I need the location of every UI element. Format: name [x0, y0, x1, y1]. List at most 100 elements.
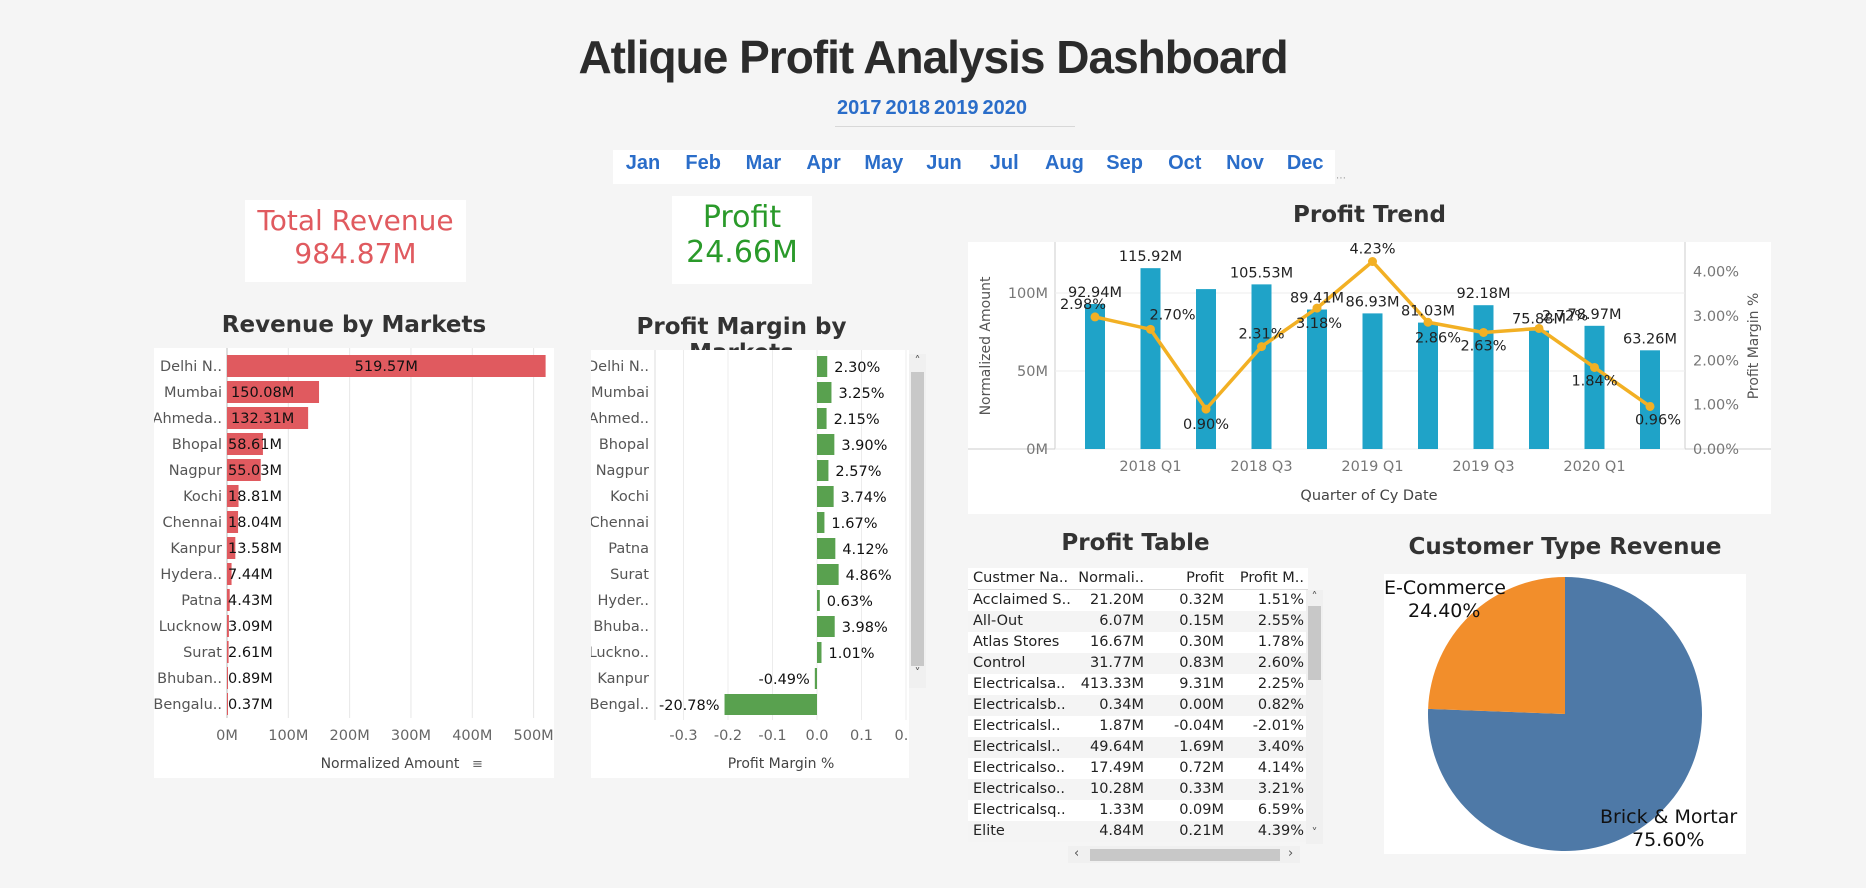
margin-bar[interactable] [817, 616, 835, 637]
margin-bar-label: 4.12% [842, 542, 888, 558]
year-filter[interactable]: 2017 2018 2019 2020 [835, 97, 1075, 141]
month-option-dec[interactable]: Dec [1275, 152, 1335, 175]
scrollbar-thumb[interactable] [911, 372, 924, 666]
month-option-nov[interactable]: Nov [1215, 152, 1275, 175]
table-cell: 31.77M [1089, 655, 1144, 671]
resize-grip-icon[interactable]: ⋯ [1336, 173, 1346, 184]
margin-bar[interactable] [817, 460, 829, 481]
market-label: Luckno.. [591, 645, 649, 661]
trend-bar[interactable] [1085, 304, 1105, 449]
table-row[interactable]: Electricalso.. 10.28M 0.33M 3.21% [968, 779, 1308, 800]
table-row[interactable]: Elite 4.84M 0.21M 4.39% [968, 821, 1308, 842]
margin-bar[interactable] [817, 382, 832, 403]
market-label: Kanpur [170, 541, 222, 557]
table-row[interactable]: Control 31.77M 0.83M 2.60% [968, 653, 1308, 674]
table-header-cell: Normali.. [1078, 570, 1144, 586]
table-row[interactable]: Electricalsq.. 1.33M 0.09M 6.59% [968, 800, 1308, 821]
market-label: Bhopal [172, 437, 222, 453]
month-option-sep[interactable]: Sep [1095, 152, 1155, 175]
table-row[interactable]: Electricalsl.. 1.87M -0.04M -2.01% [968, 716, 1308, 737]
table-cell: 3.21% [1257, 781, 1304, 797]
margin-value-label: 2.86% [1415, 330, 1461, 346]
margin-value-label: 2.98% [1060, 297, 1106, 313]
trend-bar[interactable] [1529, 330, 1549, 449]
month-option-jul[interactable]: Jul [974, 152, 1034, 175]
margin-value-label: 2.63% [1460, 338, 1506, 354]
trend-bar[interactable] [1140, 268, 1161, 449]
margin-bar[interactable] [817, 564, 839, 585]
margin-point[interactable] [1590, 362, 1599, 372]
market-label: Ahmeda.. [154, 411, 222, 427]
table-vscroll-thumb[interactable] [1308, 606, 1321, 680]
margin-bar[interactable] [817, 408, 827, 429]
scroll-up-icon[interactable]: ˄ [909, 354, 926, 372]
margin-point[interactable] [1201, 404, 1211, 414]
dashboard-title: Atlique Profit Analysis Dashboard [578, 31, 1288, 83]
year-option-2019[interactable]: 2019 [934, 97, 979, 124]
table-scroll-up-icon[interactable]: ˄ [1306, 590, 1323, 606]
year-option-2020[interactable]: 2020 [983, 97, 1028, 124]
margin-point[interactable] [1090, 312, 1100, 322]
table-scroll-left-icon[interactable]: ‹ [1074, 846, 1079, 861]
market-label: Bengal.. [591, 697, 649, 713]
bar-value-label: 81.03M [1401, 304, 1455, 320]
month-option-jun[interactable]: Jun [914, 152, 974, 175]
table-cell: 4.39% [1257, 823, 1304, 839]
trend-bar[interactable] [1473, 305, 1494, 449]
table-row[interactable]: All-Out 6.07M 0.15M 2.55% [968, 611, 1308, 632]
scroll-down-icon[interactable]: ˅ [909, 666, 926, 680]
margin-point[interactable] [1645, 401, 1655, 411]
table-row[interactable]: Atlas Stores 16.67M 0.30M 1.78% [968, 632, 1308, 653]
profit-table-hscrollbar[interactable]: ‹ › [1068, 846, 1300, 863]
month-option-jan[interactable]: Jan [613, 152, 673, 175]
margin-bar[interactable] [814, 668, 817, 689]
margin-bar-label: -0.49% [759, 672, 810, 688]
x-axis-title: Quarter of Cy Date [1300, 488, 1437, 504]
margin-bar[interactable] [817, 486, 834, 507]
margin-point[interactable] [1146, 324, 1155, 334]
table-scroll-right-icon[interactable]: › [1288, 846, 1293, 861]
profit-table-vscrollbar[interactable]: ˄ ˅ [1306, 590, 1323, 844]
revenue-bar-chart: Delhi N.. 519.57M Mumbai 150.08M Ahmeda.. 132… [153, 348, 554, 772]
trend-bar[interactable] [1251, 284, 1272, 449]
margin-point[interactable] [1257, 342, 1266, 352]
margin-bar[interactable] [817, 512, 825, 533]
table-row[interactable]: Electricalsa.. 413.33M 9.31M 2.25% [968, 674, 1308, 695]
month-option-may[interactable]: May [854, 152, 914, 175]
market-label: Surat [183, 645, 222, 661]
table-row[interactable]: Electricalsb.. 0.34M 0.00M 0.82% [968, 695, 1308, 716]
margin-bar[interactable] [817, 590, 820, 611]
margin-bar[interactable] [724, 694, 817, 715]
margin-bar[interactable] [817, 356, 828, 377]
month-option-aug[interactable]: Aug [1034, 152, 1094, 175]
table-vscroll-track[interactable] [1306, 680, 1323, 826]
margin-bar[interactable] [817, 538, 836, 559]
table-hscroll-thumb[interactable] [1090, 849, 1280, 861]
month-option-feb[interactable]: Feb [673, 152, 733, 175]
bar-value-label: 89.41M [1290, 291, 1344, 307]
profit-margin-scrollbar[interactable]: ˄ ˅ [909, 354, 926, 688]
month-filter[interactable]: Jan Feb Mar Apr May Jun Jul Aug Sep Oct Nov Dec [613, 150, 1335, 184]
table-row[interactable]: Electricalsl.. 49.64M 1.69M 3.40% [968, 737, 1308, 758]
trend-bar[interactable] [1362, 313, 1383, 449]
year-option-2018[interactable]: 2018 [886, 97, 931, 124]
x-tick-label: -0.2 [714, 728, 742, 744]
margin-bar[interactable] [817, 642, 822, 663]
margin-point[interactable] [1368, 257, 1377, 267]
month-option-mar[interactable]: Mar [733, 152, 793, 175]
pie-label-pct: 75.60% [1632, 829, 1704, 851]
margin-point[interactable] [1479, 327, 1488, 337]
sort-icon[interactable]: ≡ [472, 757, 483, 772]
table-row[interactable]: Electricalso.. 17.49M 0.72M 4.14% [968, 758, 1308, 779]
table-cell: Electricalsl.. [973, 739, 1061, 755]
year-option-2017[interactable]: 2017 [837, 97, 882, 124]
table-cell: 49.64M [1089, 739, 1144, 755]
margin-bar-label: 0.63% [827, 594, 873, 610]
month-option-apr[interactable]: Apr [794, 152, 854, 175]
table-cell: Acclaimed S.. [973, 592, 1071, 608]
margin-bar[interactable] [817, 434, 835, 455]
market-label: Ahmed.. [591, 411, 649, 427]
month-option-oct[interactable]: Oct [1155, 152, 1215, 175]
table-row[interactable]: Acclaimed S.. 21.20M 0.32M 1.51% [968, 590, 1308, 611]
table-scroll-down-icon[interactable]: ˅ [1306, 826, 1323, 840]
